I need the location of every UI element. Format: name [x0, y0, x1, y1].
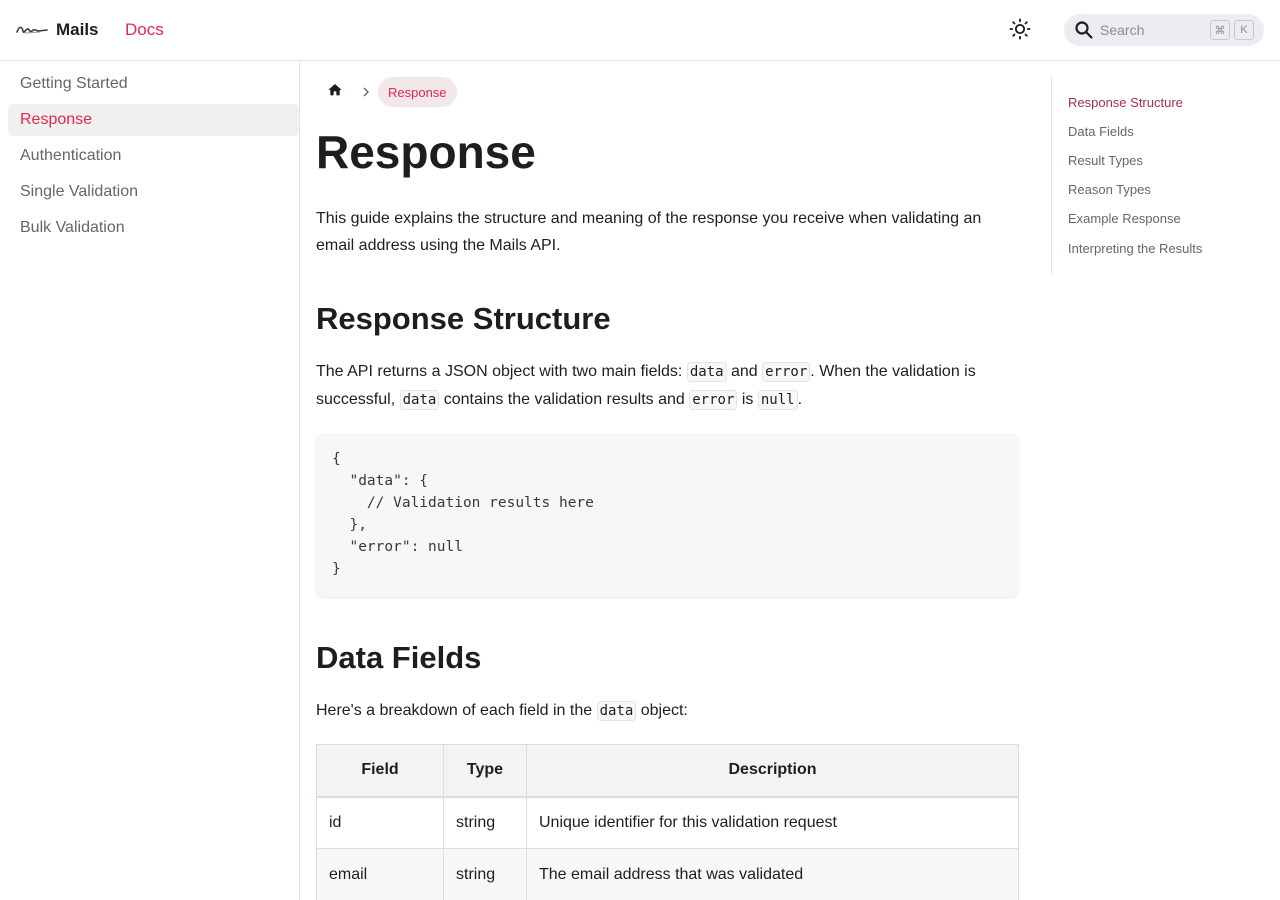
breadcrumb: Response	[316, 77, 457, 107]
response-structure-paragraph: The API returns a JSON object with two m…	[316, 358, 1019, 414]
data-fields-paragraph: Here's a breakdown of each field in the …	[316, 697, 1019, 725]
page-title: Response	[316, 126, 536, 178]
toc-item-response-structure[interactable]: Response Structure	[1068, 95, 1183, 110]
table-cell: The email address that was validated	[526, 848, 1019, 900]
inline-code: data	[686, 362, 727, 382]
table-cell: string	[443, 796, 527, 849]
toc-item-reason-types[interactable]: Reason Types	[1068, 182, 1151, 197]
home-icon	[327, 82, 343, 103]
text-fragment: contains the validation results and	[439, 391, 690, 408]
sidebar-item-single-validation[interactable]: Single Validation	[8, 176, 299, 208]
section-heading-data-fields: Data Fields	[316, 640, 482, 675]
nav-docs-link[interactable]: Docs	[125, 20, 164, 40]
sidebar-item-bulk-validation[interactable]: Bulk Validation	[8, 212, 299, 244]
breadcrumb-current: Response	[378, 77, 457, 107]
data-fields-table: Field Type Description id string Unique …	[316, 744, 1019, 900]
table-row: id string Unique identifier for this val…	[316, 796, 1019, 849]
chevron-right-icon	[354, 87, 378, 97]
table-cell: email	[316, 848, 444, 900]
table-cell: string	[443, 848, 527, 900]
table-cell: id	[316, 796, 444, 849]
json-code-block[interactable]: { "data": { // Validation results here }…	[316, 433, 1019, 597]
inline-code: error	[689, 390, 738, 410]
sun-icon	[1009, 17, 1031, 45]
table-header-row: Field Type Description	[316, 744, 1019, 798]
theme-toggle-button[interactable]	[1005, 16, 1035, 46]
table-of-contents: Response Structure Data Fields Result Ty…	[1051, 76, 1280, 275]
text-fragment: The API returns a JSON object with two m…	[316, 363, 687, 380]
inline-code: null	[757, 390, 798, 410]
brand-title: Mails	[56, 20, 99, 39]
column-header-description: Description	[526, 744, 1019, 798]
navbar: Mails Docs ⌘ K	[0, 0, 1280, 61]
shortcut-key-cmd: ⌘	[1210, 20, 1230, 40]
toc-item-data-fields[interactable]: Data Fields	[1068, 124, 1134, 139]
inline-code: data	[399, 390, 440, 410]
toc-item-result-types[interactable]: Result Types	[1068, 153, 1143, 168]
sidebar-item-response[interactable]: Response	[8, 104, 299, 136]
inline-code: error	[762, 362, 811, 382]
text-fragment: is	[737, 391, 758, 408]
sidebar: Getting Started Response Authentication …	[0, 61, 300, 900]
text-fragment: object:	[636, 702, 688, 719]
column-header-type: Type	[443, 744, 527, 798]
toc-item-interpreting-results[interactable]: Interpreting the Results	[1068, 241, 1202, 256]
code-content: { "data": { // Validation results here }…	[332, 451, 594, 577]
inline-code: data	[596, 701, 637, 721]
table-cell: Unique identifier for this validation re…	[526, 796, 1019, 849]
intro-paragraph: This guide explains the structure and me…	[316, 210, 982, 254]
toc-item-example-response[interactable]: Example Response	[1068, 211, 1181, 226]
text-fragment: .	[797, 391, 803, 408]
section-heading-response-structure: Response Structure	[316, 301, 611, 336]
table-row: email string The email address that was …	[316, 848, 1019, 900]
search-input[interactable]	[1100, 22, 1200, 38]
search-icon	[1074, 20, 1094, 40]
sidebar-item-getting-started[interactable]: Getting Started	[8, 68, 299, 100]
search-box[interactable]: ⌘ K	[1064, 14, 1264, 46]
breadcrumb-home-link[interactable]	[316, 77, 354, 107]
brand-link[interactable]: Mails	[16, 16, 99, 44]
text-fragment: Here's a breakdown of each field in the	[316, 702, 597, 719]
shortcut-key-k: K	[1234, 20, 1254, 40]
text-fragment: and	[726, 363, 763, 380]
column-header-field: Field	[316, 744, 444, 798]
brand-logo	[16, 16, 48, 44]
sidebar-item-authentication[interactable]: Authentication	[8, 140, 299, 172]
